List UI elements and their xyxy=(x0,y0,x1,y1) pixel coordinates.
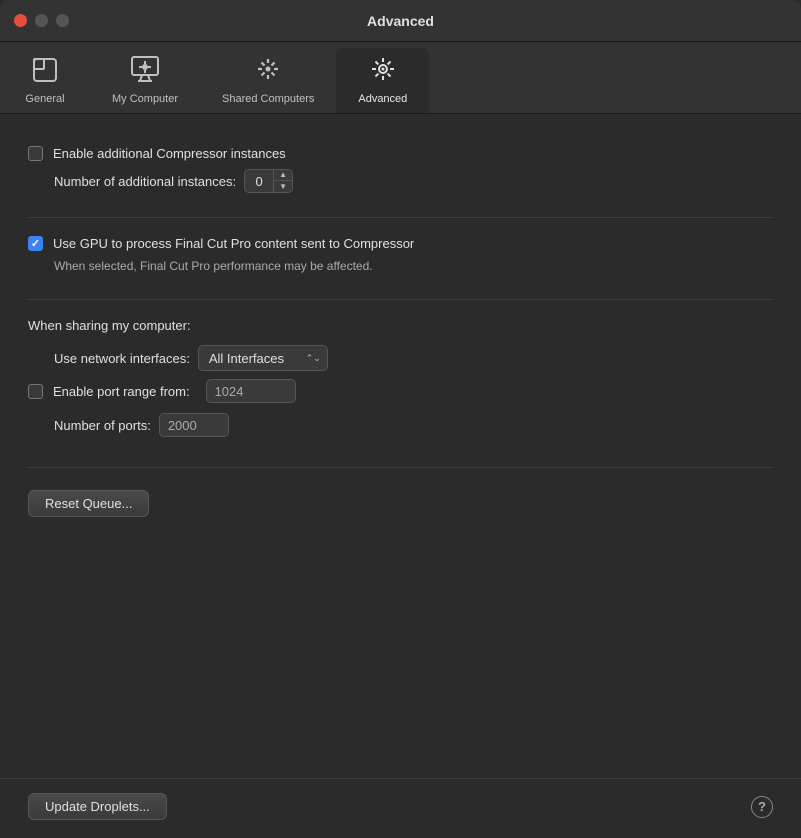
tab-shared-computers-label: Shared Computers xyxy=(222,93,314,105)
gpu-checkbox[interactable] xyxy=(28,236,43,251)
instances-label: Enable additional Compressor instances xyxy=(53,146,286,161)
port-range-input[interactable] xyxy=(206,379,296,403)
shared-computers-icon xyxy=(252,54,284,89)
stepper-down-button[interactable]: ▼ xyxy=(274,181,292,193)
ports-input[interactable] xyxy=(159,413,229,437)
stepper-label: Number of additional instances: xyxy=(54,174,236,189)
network-select-container: All Interfaces xyxy=(198,345,328,371)
stepper-up-button[interactable]: ▲ xyxy=(274,169,292,181)
advanced-icon xyxy=(368,54,398,89)
ports-label: Number of ports: xyxy=(54,418,151,433)
port-range-checkbox[interactable] xyxy=(28,384,43,399)
general-icon xyxy=(30,55,60,89)
my-computer-icon xyxy=(129,54,161,89)
instances-checkbox[interactable] xyxy=(28,146,43,161)
tab-advanced[interactable]: Advanced xyxy=(336,48,429,113)
window-title: Advanced xyxy=(367,13,434,29)
bottom-bar: Update Droplets... ? xyxy=(0,778,801,838)
num-ports-row: Number of ports: xyxy=(54,413,773,437)
gpu-label: Use GPU to process Final Cut Pro content… xyxy=(53,236,414,251)
network-label: Use network interfaces: xyxy=(54,351,190,366)
tab-general[interactable]: General xyxy=(0,48,90,113)
traffic-lights xyxy=(14,14,69,27)
network-select[interactable]: All Interfaces xyxy=(198,345,328,371)
tab-my-computer[interactable]: My Computer xyxy=(90,48,200,113)
stepper-arrows: ▲ ▼ xyxy=(273,169,292,193)
instances-stepper[interactable]: ▲ ▼ xyxy=(244,169,293,193)
tab-my-computer-label: My Computer xyxy=(112,93,178,105)
update-droplets-button[interactable]: Update Droplets... xyxy=(28,793,167,820)
main-window: Advanced General xyxy=(0,0,801,838)
close-button[interactable] xyxy=(14,14,27,27)
sharing-heading: When sharing my computer: xyxy=(28,318,773,333)
tab-advanced-label: Advanced xyxy=(358,93,407,105)
tab-general-label: General xyxy=(25,93,64,105)
instances-row: Enable additional Compressor instances xyxy=(28,146,773,161)
port-range-row: Enable port range from: xyxy=(28,379,773,403)
stepper-wrap: Number of additional instances: ▲ ▼ xyxy=(54,169,773,193)
reset-queue-button[interactable]: Reset Queue... xyxy=(28,490,149,517)
tab-shared-computers[interactable]: Shared Computers xyxy=(200,48,336,113)
compressor-instances-section: Enable additional Compressor instances N… xyxy=(28,136,773,218)
port-range-label: Enable port range from: xyxy=(53,384,190,399)
content-area: Enable additional Compressor instances N… xyxy=(0,114,801,768)
help-button[interactable]: ? xyxy=(751,796,773,818)
gpu-row: Use GPU to process Final Cut Pro content… xyxy=(28,236,773,251)
instances-value[interactable] xyxy=(245,174,273,189)
gpu-sub-label: When selected, Final Cut Pro performance… xyxy=(54,259,773,273)
gpu-section: Use GPU to process Final Cut Pro content… xyxy=(28,226,773,300)
minimize-button[interactable] xyxy=(35,14,48,27)
maximize-button[interactable] xyxy=(56,14,69,27)
network-interface-row: Use network interfaces: All Interfaces xyxy=(54,345,773,371)
title-bar: Advanced xyxy=(0,0,801,42)
toolbar: General My Computer xyxy=(0,42,801,114)
reset-section: Reset Queue... xyxy=(28,476,773,517)
sharing-section: When sharing my computer: Use network in… xyxy=(28,308,773,468)
